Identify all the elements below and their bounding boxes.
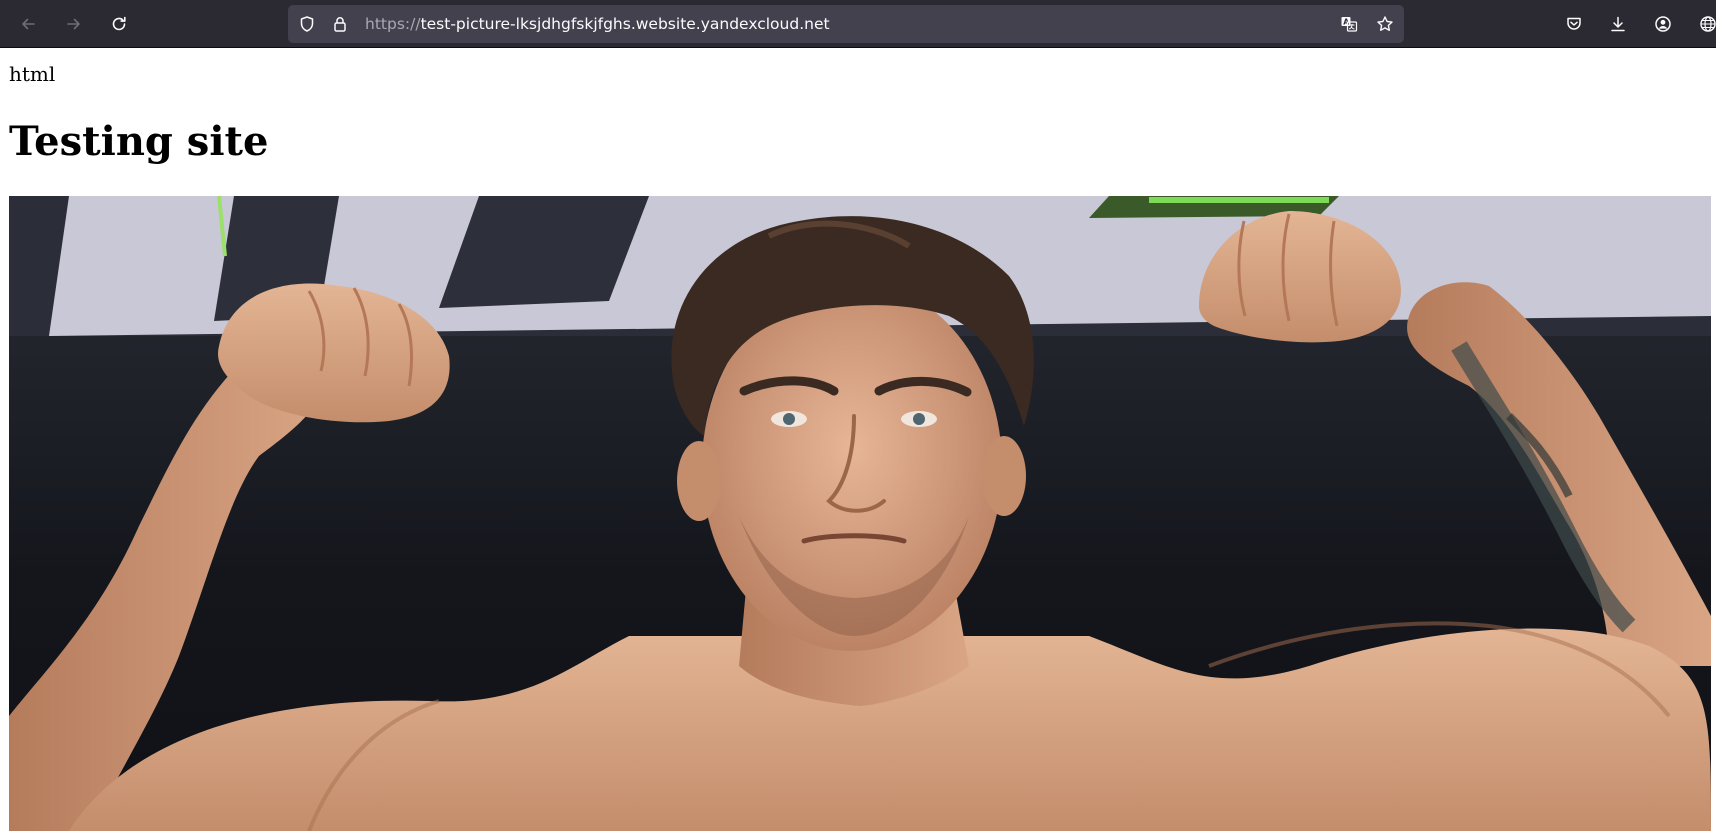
page-label: html — [9, 62, 56, 86]
pocket-icon — [1567, 17, 1581, 30]
pocket-button[interactable] — [1558, 8, 1590, 40]
back-arrow-icon — [22, 18, 35, 30]
url-host: test-picture-lksjdhgfskjfghs.website.yan… — [420, 15, 830, 33]
browser-toolbar: https://test-picture-lksjdhgfskjfghs.web… — [0, 0, 1716, 48]
lock-icon — [334, 17, 346, 32]
page-heading: Testing site — [9, 118, 269, 165]
man-flexing-arms-photo — [9, 196, 1711, 831]
forward-button[interactable] — [58, 8, 90, 40]
bookmark-button[interactable] — [1376, 15, 1394, 33]
translate-button[interactable]: A — [1340, 15, 1358, 33]
extensions-button[interactable] — [1692, 8, 1716, 40]
account-button[interactable] — [1647, 8, 1679, 40]
globe-icon — [1700, 16, 1716, 32]
url-text[interactable]: https://test-picture-lksjdhgfskjfghs.web… — [365, 5, 830, 43]
site-info-button[interactable] — [331, 15, 349, 33]
download-icon — [1611, 16, 1625, 32]
address-bar[interactable]: https://test-picture-lksjdhgfskjfghs.web… — [288, 5, 1404, 43]
downloads-button[interactable] — [1602, 8, 1634, 40]
photo-illustration — [9, 196, 1711, 831]
translate-icon: A — [1341, 17, 1358, 32]
reload-button[interactable] — [103, 8, 135, 40]
forward-arrow-icon — [67, 18, 80, 30]
reload-icon — [112, 16, 126, 31]
account-icon — [1655, 16, 1671, 32]
shield-icon — [300, 16, 314, 32]
bookmark-star-icon — [1377, 16, 1393, 31]
back-button[interactable] — [12, 8, 44, 40]
url-scheme: https:// — [365, 15, 421, 33]
tracking-protection-button[interactable] — [298, 15, 316, 33]
